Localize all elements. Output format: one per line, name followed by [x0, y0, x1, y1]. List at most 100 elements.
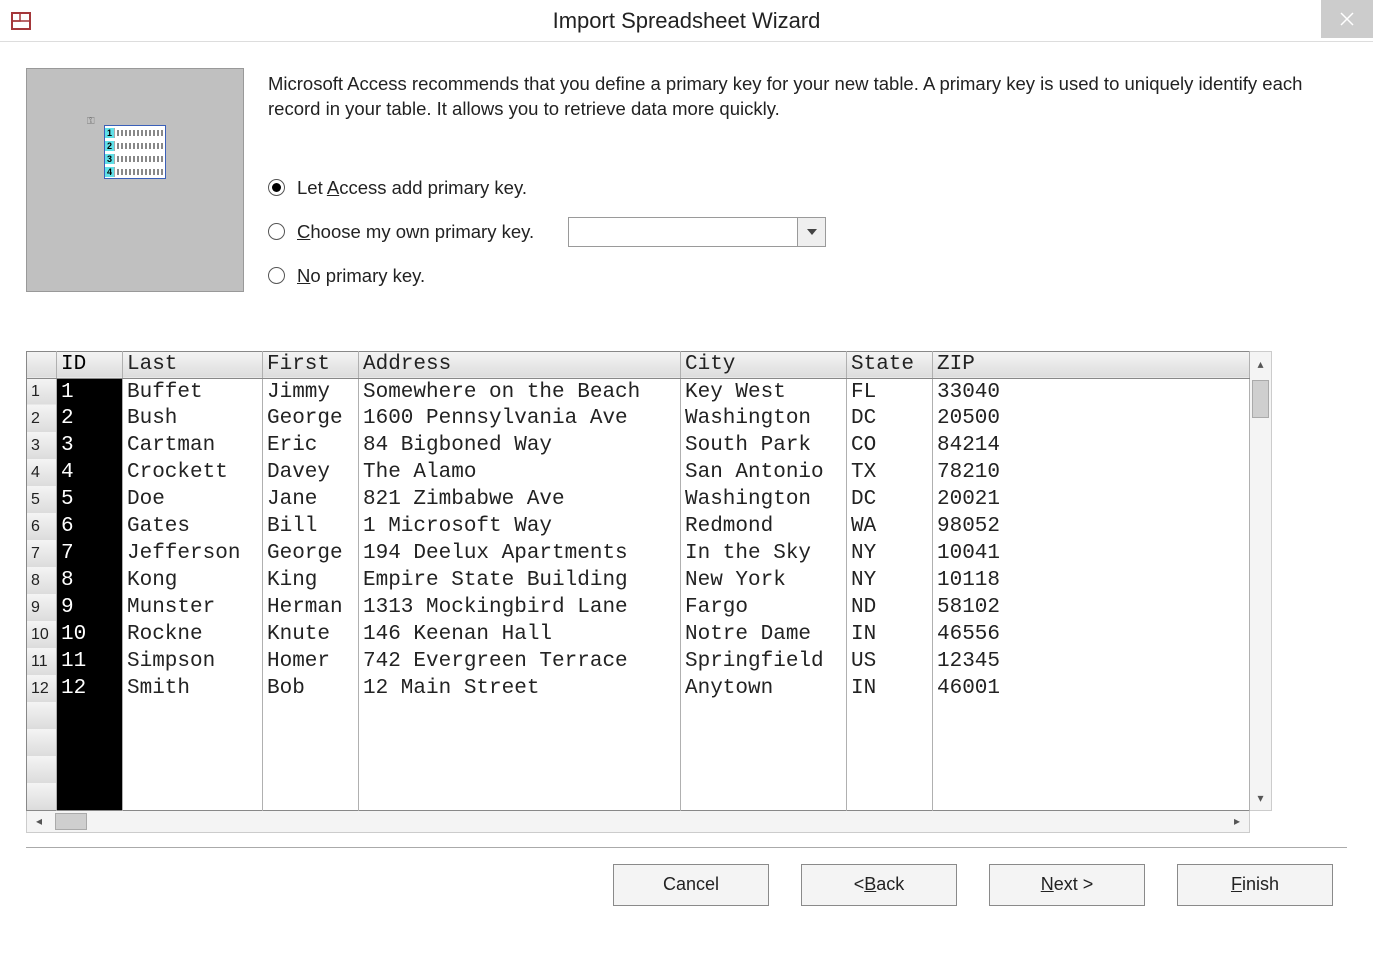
table-row[interactable]: 1111SimpsonHomer742 Evergreen TerraceSpr… — [27, 648, 1250, 675]
grid-header[interactable]: City — [681, 351, 847, 378]
table-row-empty — [27, 702, 1250, 729]
radio-choose-own-label[interactable]: Choose my own primary key. — [297, 221, 534, 243]
cell-address: Somewhere on the Beach — [359, 378, 681, 405]
back-button[interactable]: < Back — [801, 864, 957, 906]
cell-state: CO — [847, 432, 933, 459]
preview-grid[interactable]: ID Last First Address City State ZIP 11B… — [26, 351, 1250, 811]
grid-header[interactable]: Address — [359, 351, 681, 378]
primary-key-options: Let Access add primary key. Choose my ow… — [268, 174, 1347, 290]
table-row[interactable]: 99MunsterHerman1313 Mockingbird LaneFarg… — [27, 594, 1250, 621]
scroll-thumb[interactable] — [1252, 380, 1269, 418]
row-number: 8 — [27, 567, 57, 594]
cell-address: Empire State Building — [359, 567, 681, 594]
cell-state: US — [847, 648, 933, 675]
grid-corner — [27, 351, 57, 378]
cell-id: 6 — [57, 513, 123, 540]
radio-let-access-label[interactable]: Let Access add primary key. — [297, 177, 527, 199]
cell-id: 1 — [57, 378, 123, 405]
cell-city: Springfield — [681, 648, 847, 675]
grid-header[interactable]: ID — [57, 351, 123, 378]
titlebar: Import Spreadsheet Wizard — [0, 0, 1373, 42]
table-row[interactable]: 55DoeJane821 Zimbabwe AveWashingtonDC200… — [27, 486, 1250, 513]
cell-city: Washington — [681, 405, 847, 432]
cell-id: 2 — [57, 405, 123, 432]
cell-id: 11 — [57, 648, 123, 675]
table-row[interactable]: 22BushGeorge1600 Pennsylvania AveWashing… — [27, 405, 1250, 432]
row-number: 9 — [27, 594, 57, 621]
cell-city: In the Sky — [681, 540, 847, 567]
table-row[interactable]: 88KongKingEmpire State BuildingNew YorkN… — [27, 567, 1250, 594]
cell-first: Bob — [263, 675, 359, 702]
key-icon: ⚿ — [87, 116, 95, 127]
cell-first: George — [263, 405, 359, 432]
scroll-up-icon[interactable]: ▴ — [1250, 352, 1271, 376]
grid-header-row: ID Last First Address City State ZIP — [27, 351, 1250, 378]
cell-address: 1313 Mockingbird Lane — [359, 594, 681, 621]
table-row[interactable]: 11BuffetJimmySomewhere on the BeachKey W… — [27, 378, 1250, 405]
cell-zip: 12345 — [933, 648, 1250, 675]
cell-first: Herman — [263, 594, 359, 621]
cell-city: South Park — [681, 432, 847, 459]
primary-key-combo-input[interactable] — [569, 218, 797, 246]
radio-no-key[interactable] — [268, 267, 285, 284]
scroll-down-icon[interactable]: ▾ — [1250, 786, 1271, 810]
cell-first: Davey — [263, 459, 359, 486]
cell-first: King — [263, 567, 359, 594]
cell-first: George — [263, 540, 359, 567]
grid-header[interactable]: First — [263, 351, 359, 378]
cell-state: IN — [847, 675, 933, 702]
table-row[interactable]: 44CrockettDaveyThe AlamoSan AntonioTX782… — [27, 459, 1250, 486]
chevron-down-icon[interactable] — [797, 218, 825, 246]
cell-last: Simpson — [123, 648, 263, 675]
horizontal-scrollbar[interactable]: ◂ ▸ — [26, 811, 1250, 833]
cell-state: NY — [847, 567, 933, 594]
row-number: 5 — [27, 486, 57, 513]
table-row[interactable]: 1212SmithBob12 Main StreetAnytownIN46001 — [27, 675, 1250, 702]
radio-let-access[interactable] — [268, 179, 285, 196]
cell-address: 1600 Pennsylvania Ave — [359, 405, 681, 432]
cell-zip: 98052 — [933, 513, 1250, 540]
cell-city: Redmond — [681, 513, 847, 540]
next-button[interactable]: Next > — [989, 864, 1145, 906]
scroll-thumb[interactable] — [55, 813, 87, 830]
cell-address: 742 Evergreen Terrace — [359, 648, 681, 675]
table-row[interactable]: 33CartmanEric84 Bigboned WaySouth ParkCO… — [27, 432, 1250, 459]
cancel-button[interactable]: Cancel — [613, 864, 769, 906]
cell-address: 84 Bigboned Way — [359, 432, 681, 459]
table-row[interactable]: 66GatesBill1 Microsoft WayRedmondWA98052 — [27, 513, 1250, 540]
cell-first: Eric — [263, 432, 359, 459]
row-number: 12 — [27, 675, 57, 702]
scroll-right-icon[interactable]: ▸ — [1225, 811, 1249, 832]
cell-zip: 10118 — [933, 567, 1250, 594]
primary-key-combo[interactable] — [568, 217, 826, 247]
window-title: Import Spreadsheet Wizard — [0, 8, 1373, 34]
table-row-empty — [27, 729, 1250, 756]
cell-zip: 10041 — [933, 540, 1250, 567]
scroll-left-icon[interactable]: ◂ — [27, 811, 51, 832]
cell-city: Anytown — [681, 675, 847, 702]
grid-header[interactable]: State — [847, 351, 933, 378]
cell-last: Jefferson — [123, 540, 263, 567]
cell-last: Kong — [123, 567, 263, 594]
close-button[interactable] — [1321, 0, 1373, 38]
finish-button[interactable]: Finish — [1177, 864, 1333, 906]
radio-no-key-label[interactable]: No primary key. — [297, 265, 425, 287]
vertical-scrollbar[interactable]: ▴ ▾ — [1250, 351, 1272, 811]
table-row[interactable]: 77JeffersonGeorge194 Deelux ApartmentsIn… — [27, 540, 1250, 567]
table-row[interactable]: 1010RockneKnute146 Keenan HallNotre Dame… — [27, 621, 1250, 648]
radio-choose-own[interactable] — [268, 223, 285, 240]
cell-last: Bush — [123, 405, 263, 432]
cell-first: Bill — [263, 513, 359, 540]
cell-state: DC — [847, 486, 933, 513]
grid-header[interactable]: ZIP — [933, 351, 1250, 378]
cell-zip: 84214 — [933, 432, 1250, 459]
cell-state: IN — [847, 621, 933, 648]
cell-city: New York — [681, 567, 847, 594]
cell-city: Fargo — [681, 594, 847, 621]
grid-header[interactable]: Last — [123, 351, 263, 378]
cell-address: 1 Microsoft Way — [359, 513, 681, 540]
cell-id: 12 — [57, 675, 123, 702]
cell-city: Key West — [681, 378, 847, 405]
cell-state: DC — [847, 405, 933, 432]
cell-first: Knute — [263, 621, 359, 648]
